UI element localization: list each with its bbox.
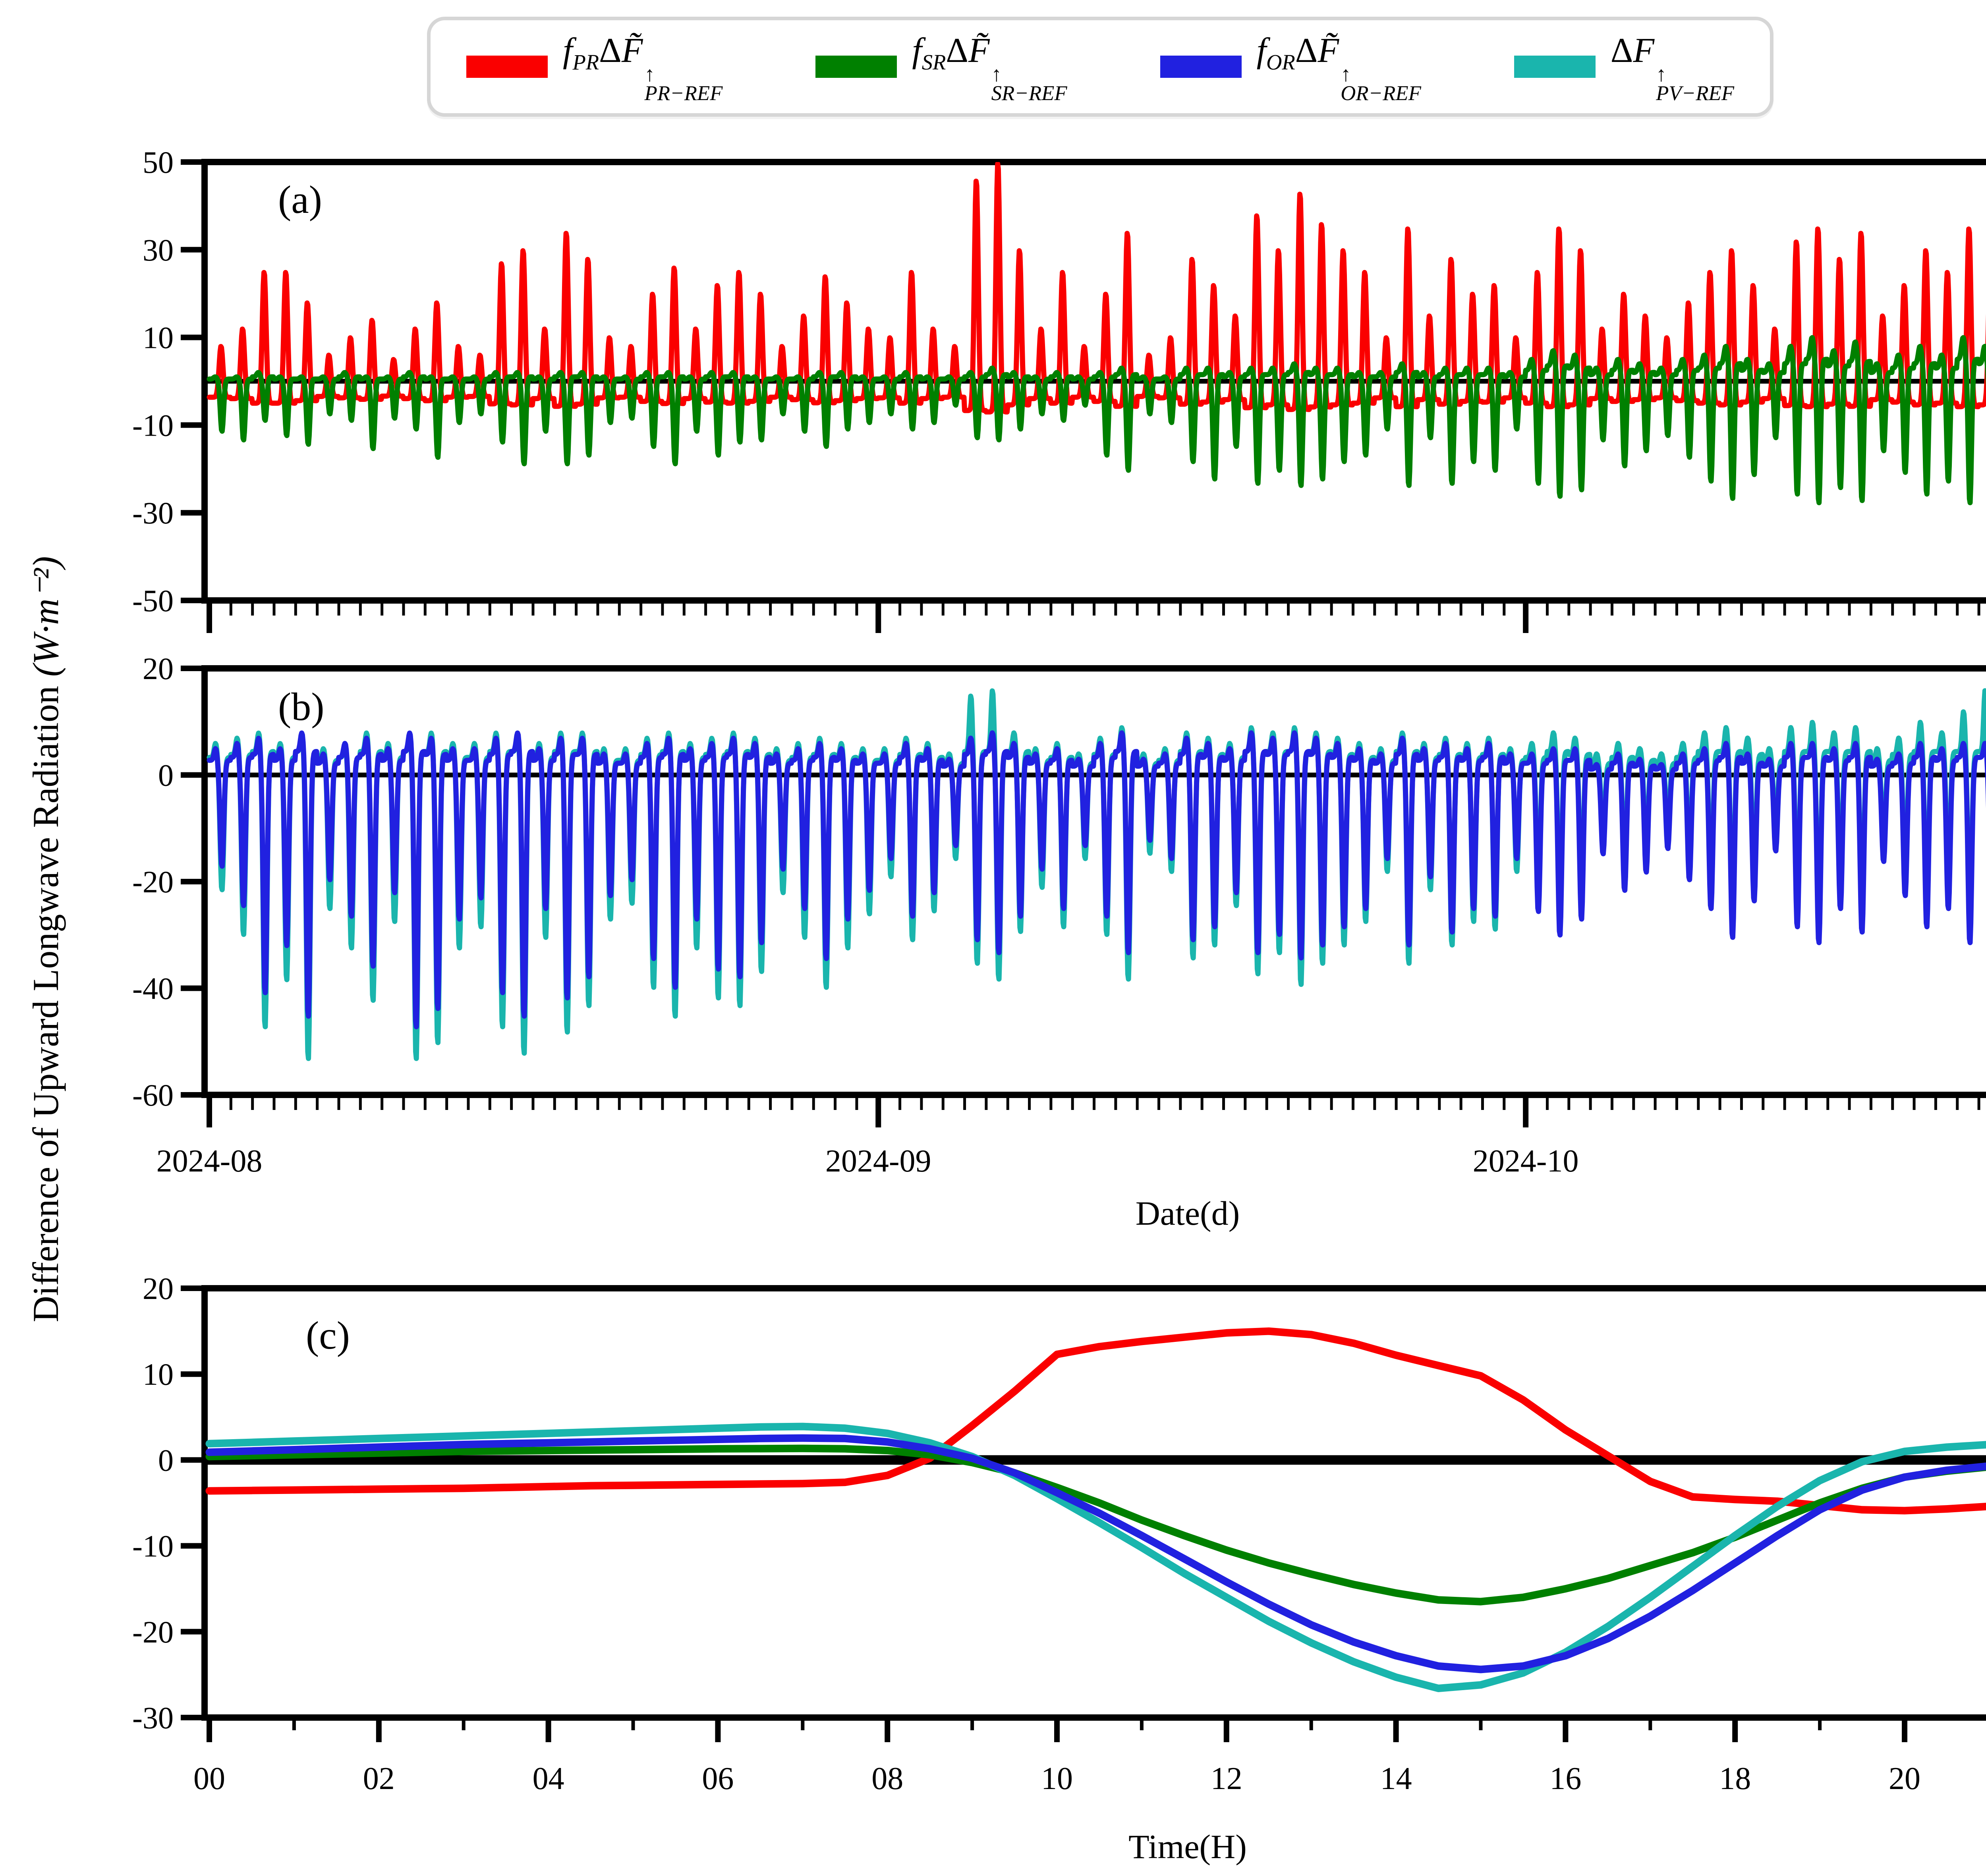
panel-c-hour-tick-label: 12 <box>1211 1761 1242 1796</box>
legend-swatch-0 <box>466 56 548 78</box>
panel-b-letter: (b) <box>278 684 325 730</box>
panel-c-hour-tick-label: 18 <box>1719 1761 1751 1796</box>
panel-c-hour-tick-label: 08 <box>871 1761 903 1796</box>
panel-c-ytick-label: -10 <box>132 1529 174 1563</box>
legend-item-3: ΔF↑PV−REF <box>1514 31 1734 103</box>
panel-c-hour-tick-label: 04 <box>533 1761 564 1796</box>
y-axis-label-text: Difference of Upward Longwave Radiation <box>25 677 66 1322</box>
panel-b-ytick-label: 0 <box>158 758 174 793</box>
legend-label-0: fPRΔF̃↑PR−REF <box>563 31 723 103</box>
panel-a-letter: (a) <box>278 177 322 222</box>
series-blue-panel-c <box>209 1438 1986 1669</box>
series-red-panel-c <box>209 1331 1986 1511</box>
legend-label-2: fORΔF̃↑OR−REF <box>1257 31 1421 103</box>
panel-b-frame <box>205 668 1986 1095</box>
panel-a-ytick-label: 10 <box>143 320 174 355</box>
legend-box: fPRΔF̃↑PR−REF fSRΔF̃↑SR−REF fORΔF̃↑OR−REF Δ… <box>427 17 1773 117</box>
panel-c-hour-tick-label: 16 <box>1549 1761 1581 1796</box>
panel-c-ytick-label: -30 <box>132 1700 174 1735</box>
legend-item-2: fORΔF̃↑OR−REF <box>1160 31 1421 103</box>
panel-b-ytick-label: -20 <box>132 865 174 899</box>
panel-a-ytick-label: 50 <box>143 145 174 179</box>
legend-item-1: fSRΔF̃↑SR−REF <box>815 31 1067 103</box>
figure-canvas: 50 30 10 -10 -30 -50 20 0 -20 -40 -60 20 10 0 -10 -20 -3… <box>0 0 1986 1876</box>
panel-c-letter: (c) <box>306 1312 350 1358</box>
x-axis-label-time: Time(H) <box>1128 1827 1247 1866</box>
legend-label-1: fSRΔF̃↑SR−REF <box>912 31 1067 103</box>
panel-b-ytick-label: -60 <box>132 1078 174 1112</box>
panel-a-ytick-label: -10 <box>132 408 174 442</box>
panel-b-ytick-label: 20 <box>143 651 174 686</box>
series-cyan-panel-c <box>209 1426 1986 1688</box>
month-tick-label: 2024-08 <box>156 1144 263 1179</box>
legend-label-3: ΔF↑PV−REF <box>1611 31 1734 103</box>
legend-swatch-1 <box>815 56 897 78</box>
panel-c-hour-tick-label: 10 <box>1041 1761 1073 1796</box>
series-green-panel-a <box>209 338 1986 503</box>
legend-item-0: fPRΔF̃↑PR−REF <box>466 31 723 103</box>
y-axis-label: Difference of Upward Longwave Radiation … <box>18 344 73 1535</box>
panel-c-hour-tick-label: 00 <box>193 1761 225 1796</box>
panel-a-ytick-label: -30 <box>132 496 174 530</box>
panel-c-hour-tick-label: 02 <box>363 1761 395 1796</box>
panel-c-ytick-label: 0 <box>158 1443 174 1477</box>
panel-c-ytick-label: 20 <box>143 1271 174 1306</box>
panel-b-ytick-label: -40 <box>132 971 174 1006</box>
panel-c-hour-tick-label: 06 <box>702 1761 734 1796</box>
panel-c-ytick-label: -20 <box>132 1615 174 1649</box>
x-axis-label-date: Date(d) <box>1136 1193 1240 1233</box>
panel-c-hour-tick-label: 14 <box>1380 1761 1412 1796</box>
panel-a-ytick-label: 30 <box>143 233 174 267</box>
legend-swatch-3 <box>1514 56 1596 78</box>
month-tick-label: 2024-09 <box>825 1144 931 1179</box>
month-tick-label: 2024-10 <box>1473 1144 1579 1179</box>
panel-a-ytick-label: -50 <box>132 583 174 618</box>
panel-c-hour-tick-label: 20 <box>1889 1761 1920 1796</box>
legend-swatch-2 <box>1160 56 1242 78</box>
panel-c-ytick-label: 10 <box>143 1357 174 1392</box>
y-axis-label-units: (W·m⁻²) <box>25 556 66 677</box>
